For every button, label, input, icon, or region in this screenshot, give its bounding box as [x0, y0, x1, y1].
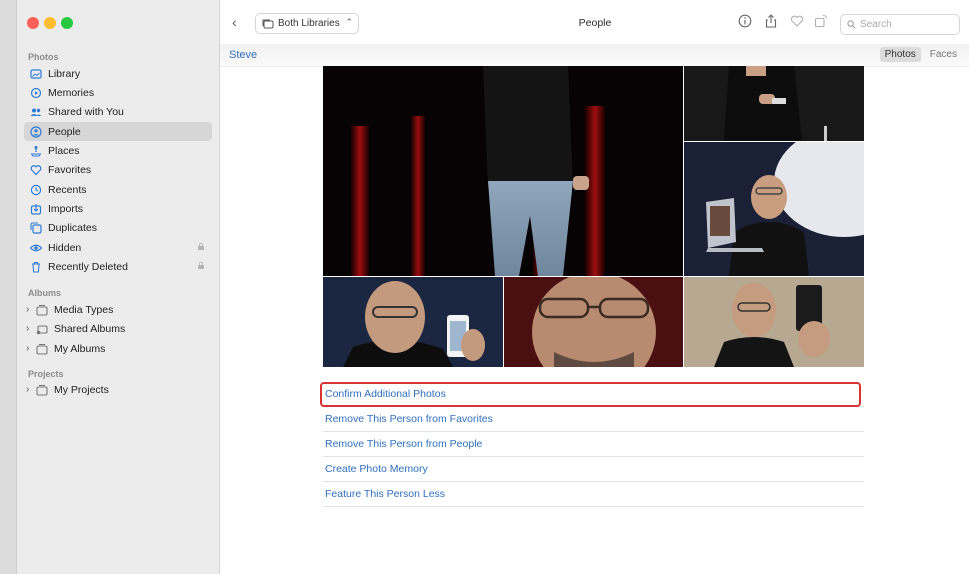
sidebar-item-duplicates[interactable]: Duplicates — [24, 218, 212, 237]
sidebar-item-label: My Projects — [54, 383, 109, 396]
shared-folder-icon — [35, 322, 48, 335]
feature-person-less-link[interactable]: Feature This Person Less — [323, 482, 864, 507]
memories-icon — [29, 86, 42, 99]
sidebar-item-label: Library — [48, 67, 81, 80]
photo-macbook-air[interactable] — [684, 142, 864, 276]
people-icon — [29, 125, 42, 138]
page-title: People — [578, 17, 612, 29]
sidebar-item-label: My Albums — [54, 342, 106, 355]
segment-photos[interactable]: Photos — [879, 47, 921, 62]
photos-window: Photos Library Memories Shared with You … — [16, 0, 969, 574]
up-down-chevron-icon: ⌃ — [345, 17, 353, 27]
toolbar: ‹ Both Libraries ⌃ People Search — [220, 0, 969, 44]
highlight-box — [320, 382, 861, 407]
duplicates-icon — [29, 221, 42, 234]
imports-icon — [29, 202, 42, 215]
sidebar-item-memories[interactable]: Memories — [24, 83, 212, 102]
rotate-icon[interactable] — [814, 14, 828, 28]
sidebar-item-label: Places — [48, 144, 80, 157]
sidebar-item-label: Media Types — [54, 303, 114, 316]
sidebar-item-places[interactable]: Places — [24, 141, 212, 160]
sidebar-item-my-albums[interactable]: › My Albums — [24, 339, 212, 358]
sidebar-item-label: Duplicates — [48, 221, 98, 234]
sidebar-item-media-types[interactable]: › Media Types — [24, 300, 212, 319]
sidebar-item-label: Favorites — [48, 163, 92, 176]
photo-stage-holding-device[interactable] — [684, 66, 864, 141]
sidebar-item-label: Recents — [48, 183, 87, 196]
photo-large-stage[interactable] — [323, 66, 683, 276]
photo-closeup-face[interactable] — [504, 277, 683, 367]
photo-iphone-4[interactable] — [323, 277, 503, 367]
sidebar-item-label: Imports — [48, 202, 84, 215]
shared-with-you-icon — [29, 105, 42, 118]
sidebar-item-imports[interactable]: Imports — [24, 199, 212, 218]
photo-grid — [323, 66, 864, 367]
sidebar: Photos Library Memories Shared with You … — [17, 0, 220, 574]
sidebar-item-people[interactable]: People — [24, 122, 212, 141]
person-header: Steve Photos Faces — [220, 44, 969, 67]
lock-icon — [198, 262, 204, 269]
library-icon — [29, 67, 42, 80]
heart-icon — [29, 163, 42, 176]
chevron-right-icon[interactable]: › — [26, 323, 35, 334]
search-placeholder: Search — [860, 19, 892, 30]
chevron-right-icon[interactable]: › — [26, 304, 35, 315]
places-icon — [29, 144, 42, 157]
info-icon[interactable] — [738, 14, 752, 28]
sidebar-item-shared-albums[interactable]: › Shared Albums — [24, 319, 212, 338]
minimize-window-button[interactable] — [44, 17, 56, 29]
folder-icon — [35, 383, 48, 396]
sidebar-section-photos: Photos — [28, 52, 59, 62]
sidebar-item-label: Memories — [48, 86, 95, 99]
search-icon — [847, 20, 856, 29]
eye-icon — [29, 241, 42, 254]
person-name[interactable]: Steve — [229, 49, 257, 61]
sidebar-section-albums: Albums — [28, 288, 62, 298]
remove-from-people-link[interactable]: Remove This Person from People — [323, 432, 864, 457]
sidebar-item-hidden[interactable]: Hidden — [24, 238, 212, 257]
chevron-right-icon[interactable]: › — [26, 384, 35, 395]
folder-icon — [35, 303, 48, 316]
lock-icon — [198, 243, 204, 250]
folder-icon — [35, 342, 48, 355]
sidebar-item-shared-with-you[interactable]: Shared with You — [24, 102, 212, 121]
photos-faces-toggle[interactable]: Photos Faces — [876, 47, 962, 62]
sidebar-item-label: Shared Albums — [54, 322, 126, 335]
sidebar-item-label: Shared with You — [48, 105, 124, 118]
libraries-icon — [261, 17, 274, 30]
search-input[interactable]: Search — [840, 14, 960, 35]
library-selector[interactable]: Both Libraries ⌃ — [255, 13, 359, 34]
sidebar-section-projects: Projects — [28, 369, 64, 379]
recents-icon — [29, 183, 42, 196]
sidebar-item-label: Recently Deleted — [48, 260, 128, 273]
trash-icon — [29, 260, 42, 273]
back-chevron-icon[interactable]: ‹ — [232, 14, 237, 30]
library-selector-label: Both Libraries — [278, 18, 340, 29]
sidebar-item-library[interactable]: Library — [24, 64, 212, 83]
photo-holding-phone[interactable] — [684, 277, 864, 367]
chevron-right-icon[interactable]: › — [26, 343, 35, 354]
sidebar-item-label: People — [48, 125, 81, 138]
sidebar-item-favorites[interactable]: Favorites — [24, 160, 212, 179]
heart-icon[interactable] — [790, 14, 804, 28]
zoom-window-button[interactable] — [61, 17, 73, 29]
remove-from-favorites-link[interactable]: Remove This Person from Favorites — [323, 407, 864, 432]
sidebar-item-recently-deleted[interactable]: Recently Deleted — [24, 257, 212, 276]
sidebar-item-recents[interactable]: Recents — [24, 180, 212, 199]
sidebar-item-label: Hidden — [48, 241, 82, 254]
close-window-button[interactable] — [27, 17, 39, 29]
sidebar-item-my-projects[interactable]: › My Projects — [24, 380, 212, 399]
segment-faces[interactable]: Faces — [925, 47, 962, 62]
create-photo-memory-link[interactable]: Create Photo Memory — [323, 457, 864, 482]
share-icon[interactable] — [764, 14, 778, 28]
